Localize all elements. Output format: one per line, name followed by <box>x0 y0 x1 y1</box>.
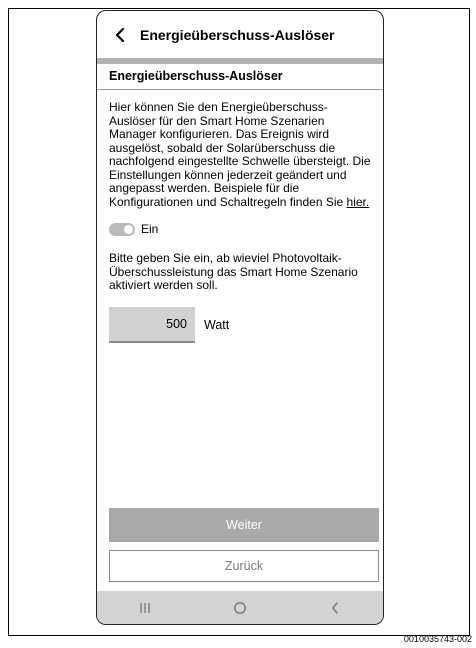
watt-threshold-input[interactable] <box>109 306 195 343</box>
page-title: Energieüberschuss-Auslöser <box>140 26 335 43</box>
help-link[interactable]: hier. <box>347 195 370 209</box>
trigger-toggle[interactable] <box>109 222 135 236</box>
chevron-left-icon[interactable] <box>110 25 130 45</box>
toggle-knob <box>124 224 133 234</box>
document-id: 0010035743-002 <box>403 634 472 644</box>
header-divider <box>97 58 383 64</box>
section-divider <box>97 89 383 90</box>
trigger-toggle-row: Ein <box>109 222 373 236</box>
description-body: Hier können Sie den Energieüberschuss-Au… <box>109 100 371 209</box>
home-icon[interactable] <box>220 596 260 620</box>
description-text: Hier können Sie den Energieüberschuss-Au… <box>109 100 373 209</box>
main-content: Energieüberschuss-Auslöser Hier können S… <box>97 68 383 343</box>
section-title: Energieüberschuss-Auslöser <box>109 69 283 83</box>
threshold-row: Watt <box>109 306 373 343</box>
back-button[interactable]: Zurück <box>109 550 379 582</box>
toggle-label: Ein <box>141 222 159 236</box>
unit-label: Watt <box>204 317 230 332</box>
system-nav-bar <box>97 591 383 624</box>
phone-screen: Energieüberschuss-Auslöser Energieübersc… <box>96 10 384 625</box>
app-header: Energieüberschuss-Auslöser <box>97 11 383 58</box>
recent-apps-icon[interactable] <box>125 596 165 620</box>
next-button[interactable]: Weiter <box>109 508 379 542</box>
back-nav-icon[interactable] <box>315 596 355 620</box>
instruction-text: Bitte geben Sie ein, ab wieviel Photovol… <box>109 251 358 292</box>
